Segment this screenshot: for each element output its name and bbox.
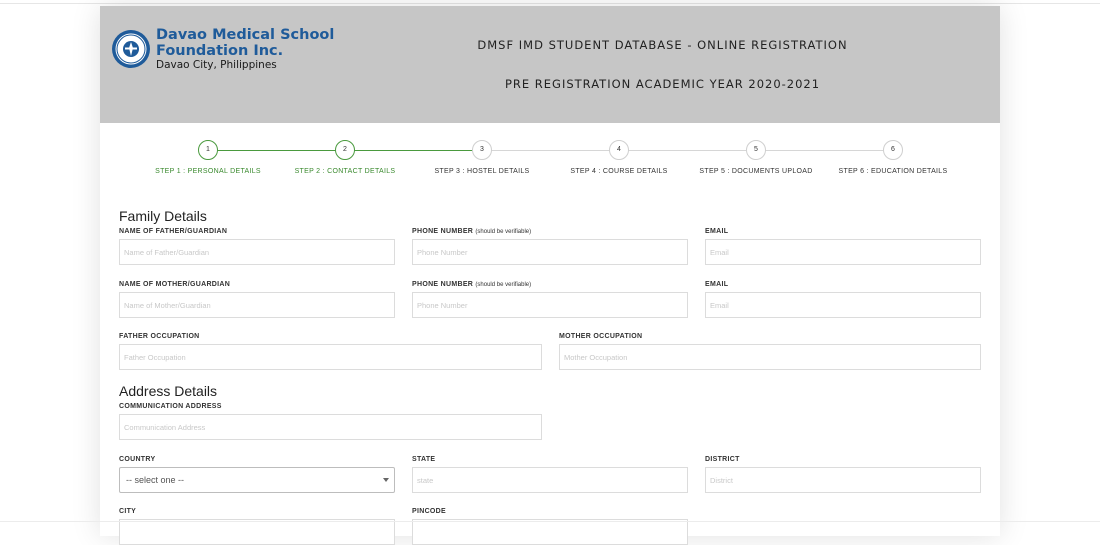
- communication-address-label: COMMUNICATION ADDRESS: [119, 403, 222, 410]
- mother-occupation-input[interactable]: [559, 344, 981, 370]
- mother-phone-label: PHONE NUMBER: [412, 281, 474, 288]
- step-5-label: STEP 5 : DOCUMENTS UPLOAD: [699, 168, 813, 175]
- country-label: COUNTRY: [119, 456, 156, 463]
- mother-phone-label-group: PHONE NUMBER (should be verifiable): [412, 281, 531, 288]
- pincode-label: PINCODE: [412, 508, 446, 515]
- family-section-title: Family Details: [119, 208, 207, 224]
- step-1-label: STEP 1 : PERSONAL DETAILS: [155, 168, 261, 175]
- step-6-indicator[interactable]: 6: [883, 140, 903, 160]
- step-3-indicator[interactable]: 3: [472, 140, 492, 160]
- father-name-label: NAME OF FATHER/GUARDIAN: [119, 228, 228, 235]
- org-city: Davao City, Philippines: [156, 59, 277, 71]
- bottom-divider: [0, 521, 1100, 522]
- step-connector-1: [208, 150, 345, 151]
- father-phone-label: PHONE NUMBER: [412, 228, 474, 235]
- address-section-title: Address Details: [119, 383, 218, 399]
- country-selected-value: -- select one --: [126, 475, 185, 485]
- step-5-indicator[interactable]: 5: [746, 140, 766, 160]
- state-input[interactable]: [412, 467, 688, 493]
- city-label: CITY: [119, 508, 137, 515]
- mother-name-input[interactable]: [119, 292, 395, 318]
- page-header: Davao Medical School Foundation Inc. Dav…: [100, 6, 1000, 123]
- mother-email-label: EMAIL: [705, 281, 729, 288]
- father-email-label: EMAIL: [705, 228, 729, 235]
- step-2-label: STEP 2 : CONTACT DETAILS: [294, 168, 396, 175]
- mother-phone-input[interactable]: [412, 292, 688, 318]
- father-email-input[interactable]: [705, 239, 981, 265]
- page-subtitle: PRE REGISTRATION ACADEMIC YEAR 2020-2021: [504, 77, 821, 91]
- mother-occupation-label: MOTHER OCCUPATION: [559, 333, 643, 340]
- step-6-label: STEP 6 : EDUCATION DETAILS: [838, 168, 948, 175]
- father-name-input[interactable]: [119, 239, 395, 265]
- state-label: STATE: [412, 456, 436, 463]
- school-seal-logo: [112, 30, 150, 68]
- org-name: Davao Medical School Foundation Inc.: [156, 27, 335, 59]
- step-3-label: STEP 3 : HOSTEL DETAILS: [434, 168, 530, 175]
- country-select[interactable]: -- select one --: [119, 467, 395, 493]
- step-4-indicator[interactable]: 4: [609, 140, 629, 160]
- father-occupation-label: FATHER OCCUPATION: [119, 333, 200, 340]
- registration-card: Davao Medical School Foundation Inc. Dav…: [100, 6, 1000, 545]
- step-connector-5: [756, 150, 893, 151]
- city-input[interactable]: [119, 519, 395, 545]
- district-label: DISTRICT: [705, 456, 740, 463]
- page-title: DMSF IMD STUDENT DATABASE - ONLINE REGIS…: [477, 38, 848, 52]
- mother-name-label: NAME OF MOTHER/GUARDIAN: [119, 281, 231, 288]
- step-connector-4: [619, 150, 756, 151]
- father-phone-input[interactable]: [412, 239, 688, 265]
- district-input[interactable]: [705, 467, 981, 493]
- mother-phone-note: (should be verifiable): [475, 282, 532, 288]
- step-2-indicator[interactable]: 2: [335, 140, 355, 160]
- step-1-indicator[interactable]: 1: [198, 140, 218, 160]
- mother-email-input[interactable]: [705, 292, 981, 318]
- father-phone-label-group: PHONE NUMBER (should be verifiable): [412, 228, 531, 235]
- father-phone-note: (should be verifiable): [475, 229, 532, 235]
- step-connector-2: [345, 150, 482, 151]
- chevron-down-icon: [383, 478, 389, 482]
- step-4-label: STEP 4 : COURSE DETAILS: [570, 168, 668, 175]
- top-divider: [0, 3, 1100, 4]
- pincode-input[interactable]: [412, 519, 688, 545]
- step-connector-3: [482, 150, 619, 151]
- communication-address-input[interactable]: [119, 414, 542, 440]
- father-occupation-input[interactable]: [119, 344, 542, 370]
